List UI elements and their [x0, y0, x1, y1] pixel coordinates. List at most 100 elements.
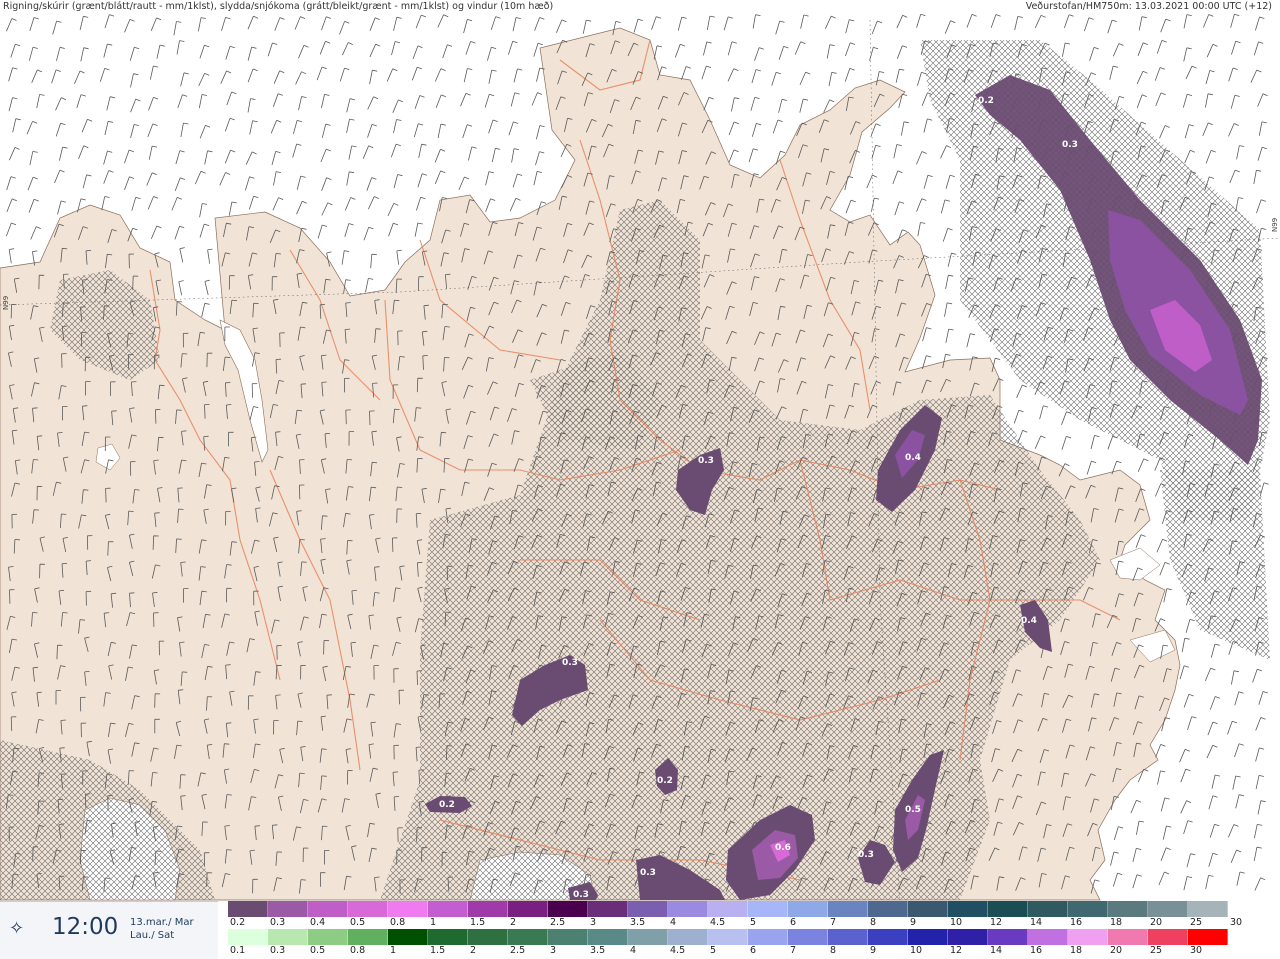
rain-legend-swatch [908, 929, 948, 945]
contour-label: 0.2 [978, 96, 994, 106]
contour-label: 0.3 [858, 850, 874, 860]
rain-legend-swatch [828, 929, 868, 945]
snow-legend-tick: 25 [1190, 917, 1203, 928]
rain-legend-tick: 12 [950, 945, 963, 956]
contour-label: 0.4 [1021, 616, 1037, 626]
rain-legend-tick: 10 [910, 945, 923, 956]
rain-legend-swatch [348, 929, 388, 945]
contour-label: 0.6 [775, 843, 791, 853]
contour-label: 0.2 [657, 776, 673, 786]
date-line-2: Lau./ Sat [130, 930, 175, 941]
snow-legend-tick: 12 [990, 917, 1003, 928]
snow-legend-tick: 20 [1150, 917, 1163, 928]
snow-legend-swatch [868, 901, 908, 917]
rain-legend-tick: 1 [390, 945, 397, 956]
snow-legend-swatch [1188, 901, 1228, 917]
contour-label: 0.3 [573, 890, 589, 900]
snow-legend-swatch [668, 901, 708, 917]
map-description: Rigning/skúrir (grænt/blátt/rautt - mm/1… [3, 1, 554, 12]
rain-legend-tick: 25 [1150, 945, 1163, 956]
snow-legend-swatch [268, 901, 308, 917]
rain-legend-tick: 3 [550, 945, 557, 956]
rain-legend-swatch [948, 929, 988, 945]
snow-legend-swatch [748, 901, 788, 917]
rain-legend-swatch [428, 929, 468, 945]
rain-legend-swatch [628, 929, 668, 945]
rain-legend-tick: 7 [790, 945, 797, 956]
rain-legend-tick: 9 [870, 945, 877, 956]
date-line-1: 13.mar./ Mar [130, 917, 194, 928]
snow-legend-tick: 0.4 [310, 917, 326, 928]
snow-legend-tick: 1 [430, 917, 437, 928]
snow-legend-tick: 18 [1110, 917, 1123, 928]
rain-legend-tick: 1.5 [430, 945, 446, 956]
rain-legend-swatch [788, 929, 828, 945]
snow-legend-swatch [388, 901, 428, 917]
snow-legend-tick: 4.5 [710, 917, 726, 928]
rain-legend-tick: 3.5 [590, 945, 606, 956]
rain-legend-tick: 4.5 [670, 945, 686, 956]
rain-legend-swatch [868, 929, 908, 945]
rain-legend-swatch [668, 929, 708, 945]
snow-legend-tick: 30 [1230, 917, 1243, 928]
contour-label: 0.3 [562, 658, 578, 668]
rain-legend-tick: 0.3 [270, 945, 286, 956]
forecast-time: 12:00 [52, 914, 119, 940]
rain-legend-tick: 16 [1030, 945, 1043, 956]
snow-legend-tick: 16 [1070, 917, 1083, 928]
weather-map[interactable]: 0.2 0.3 0.3 0.4 0.4 0.3 0.2 0.2 0.5 0.6 … [0, 0, 1280, 958]
snow-legend-swatch [428, 901, 468, 917]
snow-legend-swatch [588, 901, 628, 917]
rain-legend-tick: 4 [630, 945, 637, 956]
rain-legend-tick: 2 [470, 945, 477, 956]
rain-legend-swatch [268, 929, 308, 945]
rain-legend-tick: 14 [990, 945, 1003, 956]
snow-legend-swatch [788, 901, 828, 917]
snow-legend-swatch [1108, 901, 1148, 917]
snow-legend-tick: 6 [790, 917, 797, 928]
snow-legend-swatch [708, 901, 748, 917]
rain-legend-swatches [228, 929, 1228, 945]
grid-label-right: N99 [1271, 217, 1279, 232]
time-panel: ✧ 12:00 13.mar./ Mar Lau./ Sat [0, 901, 218, 959]
rain-legend-swatch [228, 929, 268, 945]
rain-legend-tick: 0.8 [350, 945, 366, 956]
contour-label: 0.5 [905, 805, 921, 815]
snow-legend-swatch [508, 901, 548, 917]
snow-legend: 0.2 0.3 0.4 0.5 0.8 1 1.5 2 2.5 3 3.5 4 4.5 5 6 7 8 9 10 12… [228, 901, 1280, 930]
snow-legend-swatch [828, 901, 868, 917]
contour-label: 0.4 [905, 453, 921, 463]
rain-legend-tick: 8 [830, 945, 837, 956]
snow-legend-swatches [228, 901, 1268, 917]
rain-legend-swatch [988, 929, 1028, 945]
snow-legend-tick: 1.5 [470, 917, 486, 928]
snow-legend-swatch [1148, 901, 1188, 917]
snow-legend-tick: 0.5 [350, 917, 366, 928]
snow-legend-tick: 0.2 [230, 917, 246, 928]
rain-legend-swatch [548, 929, 588, 945]
contour-label: 0.3 [698, 456, 714, 466]
snow-legend-tick: 0.8 [390, 917, 406, 928]
contour-label: 0.2 [439, 800, 455, 810]
snow-legend-tick: 14 [1030, 917, 1043, 928]
rain-legend-swatch [588, 929, 628, 945]
rain-legend-swatch [748, 929, 788, 945]
compass-star-icon: ✧ [9, 918, 25, 939]
snow-legend-swatch [908, 901, 948, 917]
rain-legend-tick: 5 [710, 945, 717, 956]
rain-legend-tick: 0.1 [230, 945, 246, 956]
snow-legend-tick: 9 [910, 917, 917, 928]
snow-legend-tick: 0.3 [270, 917, 286, 928]
snow-legend-tick: 2.5 [550, 917, 566, 928]
rain-legend-swatch [508, 929, 548, 945]
contour-label: 0.3 [640, 868, 656, 878]
snow-legend-swatch [988, 901, 1028, 917]
rain-legend-swatch [468, 929, 508, 945]
rain-legend-tick: 20 [1110, 945, 1123, 956]
rain-legend-tick: 18 [1070, 945, 1083, 956]
rain-legend-swatch [308, 929, 348, 945]
forecast-date: 13.mar./ Mar Lau./ Sat [130, 916, 194, 942]
rain-legend: 0.1 0.3 0.5 0.8 1 1.5 2 2.5 3 3.5 4 4.5 5 6 7 8 9 10 12 14 1… [228, 929, 1280, 958]
rain-legend-swatch [1028, 929, 1068, 945]
snow-legend-swatch [948, 901, 988, 917]
